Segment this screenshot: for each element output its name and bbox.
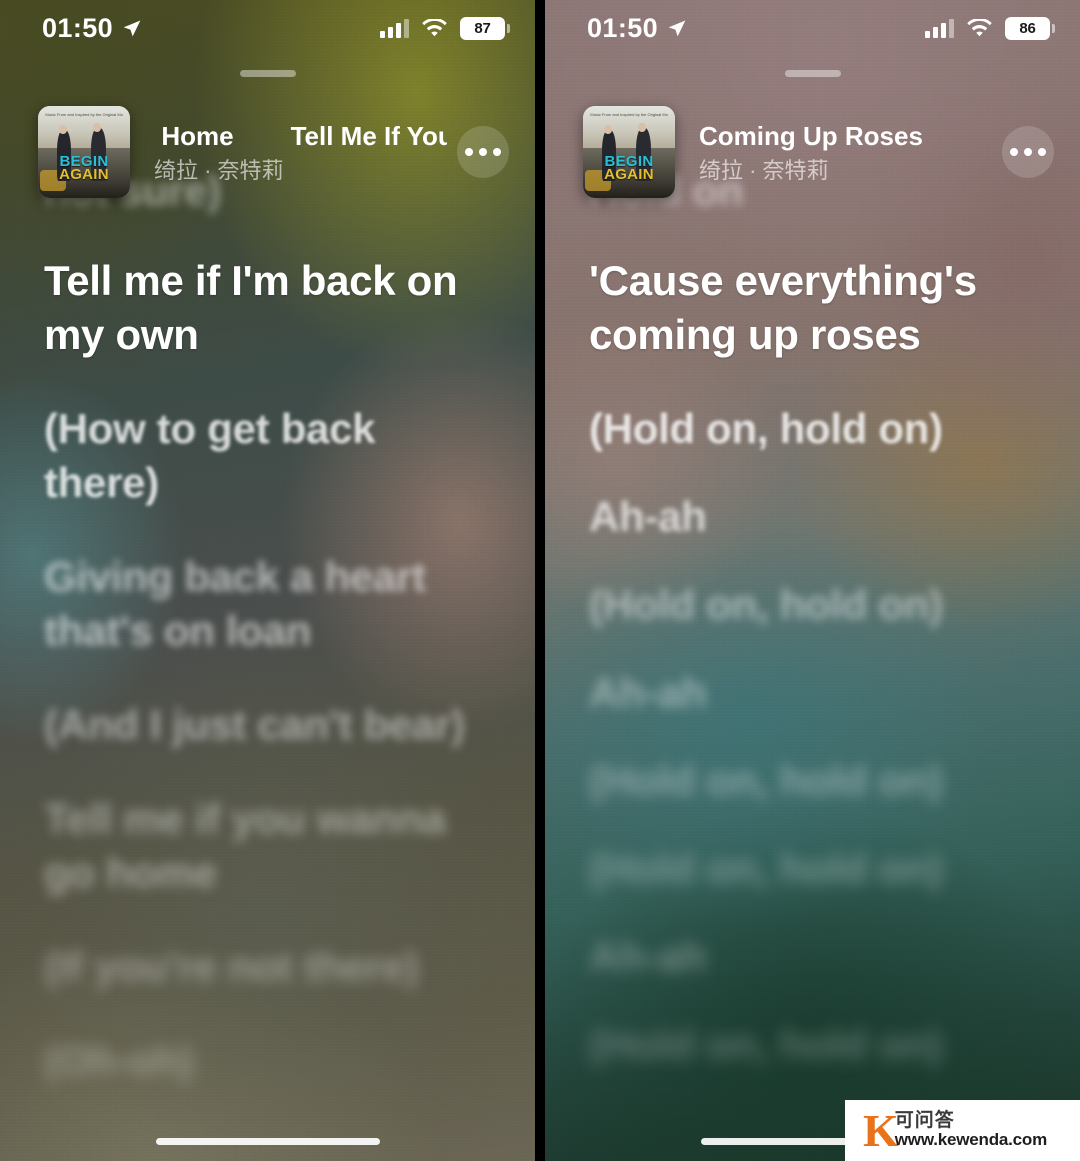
status-bar-left: 01:50	[42, 13, 142, 44]
track-title: Coming Up Roses	[699, 121, 923, 151]
artwork-head-left	[604, 125, 613, 134]
track-artist: 绮拉 · 奈特莉	[699, 158, 829, 183]
lyric-line[interactable]: Ah-ah	[589, 930, 1036, 984]
lyric-line-active[interactable]: 'Cause everything's coming up roses	[589, 254, 1036, 362]
now-playing-title-marquee: Coming Up Roses	[699, 118, 992, 154]
status-bar: 01:50 87	[0, 0, 535, 56]
battery-percent: 86	[1019, 19, 1036, 37]
watermark-url: www.kewenda.com	[894, 1130, 1048, 1150]
status-bar-right: 86	[925, 16, 1055, 40]
track-title-trailing: Go Home	[154, 121, 234, 151]
watermark-text: 可问答 www.kewenda.com	[895, 1111, 1047, 1150]
lyric-line[interactable]: (Hold on, hold on)	[589, 842, 1036, 896]
now-playing-header: Music From and Inspired by the Original …	[545, 104, 1080, 200]
status-bar-left: 01:50	[587, 13, 687, 44]
drag-handle[interactable]	[239, 70, 296, 77]
lyric-line[interactable]: Giving back a heart that's on loan	[44, 550, 491, 658]
track-artist: 绮拉 · 奈特莉	[154, 158, 284, 183]
lyric-line[interactable]: Ah-ah	[589, 666, 1036, 720]
wifi-icon	[967, 18, 992, 36]
lyric-line[interactable]: Tell me if you wanna go home	[44, 792, 491, 900]
track-title-incoming: Tell Me If You Wan	[290, 121, 447, 151]
watermark-cn: 可问答	[894, 1110, 955, 1132]
battery-indicator: 86	[1005, 16, 1055, 40]
lyric-line[interactable]: (And I just can't bear)	[44, 698, 491, 752]
lyric-line[interactable]: (Hold on, hold on)	[589, 1018, 1036, 1072]
home-indicator[interactable]	[155, 1138, 380, 1145]
lyric-line[interactable]: (Hold on, hold on)	[589, 402, 1036, 456]
battery-percent: 87	[474, 19, 491, 37]
artwork-title-line2: AGAIN	[59, 165, 109, 183]
lyric-line-active[interactable]: Tell me if I'm back on my own	[44, 254, 491, 362]
cellular-signal-icon	[925, 18, 954, 38]
status-bar: 01:50 86	[545, 0, 1080, 56]
now-playing-header: Music From and Inspired by the Original …	[0, 104, 535, 200]
more-dot	[465, 148, 473, 156]
artwork-caption: Music From and Inspired by the Original …	[45, 111, 123, 117]
album-artwork[interactable]: Music From and Inspired by the Original …	[38, 106, 130, 198]
more-dot	[1024, 148, 1032, 156]
cellular-signal-icon	[380, 18, 409, 38]
more-options-button[interactable]	[1002, 126, 1054, 178]
more-dot	[1038, 148, 1046, 156]
wifi-icon	[422, 18, 447, 36]
status-time: 01:50	[587, 12, 659, 43]
dual-screenshot-container: 01:50 87 Music From and Inspired by the …	[0, 0, 1080, 1161]
more-dot	[1010, 148, 1018, 156]
album-artwork[interactable]: Music From and Inspired by the Original …	[583, 106, 675, 198]
status-time: 01:50	[42, 12, 114, 43]
now-playing-text: Coming Up Roses 绮拉 · 奈特莉	[699, 118, 992, 186]
lyric-line[interactable]: (Oh-oh)	[44, 1034, 491, 1088]
watermark-logo: K	[863, 1104, 899, 1156]
drag-handle[interactable]	[784, 70, 841, 77]
artwork-caption: Music From and Inspired by the Original …	[590, 111, 668, 117]
location-arrow-icon	[123, 20, 141, 37]
battery-indicator: 87	[460, 16, 510, 40]
lyric-line[interactable]: (How to get back there)	[44, 402, 491, 510]
more-dot	[479, 148, 487, 156]
lyrics-list-left[interactable]: not sure) Tell me if I'm back on my own …	[0, 167, 535, 1161]
more-options-button[interactable]	[457, 126, 509, 178]
lyrics-list-right[interactable]: Hold on 'Cause everything's coming up ro…	[545, 167, 1080, 1161]
panel-divider	[535, 0, 545, 1161]
watermark: K 可问答 www.kewenda.com	[845, 1100, 1080, 1161]
now-playing-title-marquee: Go Home Tell Me If You Wan	[154, 118, 447, 154]
status-bar-right: 87	[380, 16, 510, 40]
artwork-head-left	[59, 125, 68, 134]
lyric-line[interactable]: (If you're not there)	[44, 940, 491, 994]
more-dot	[493, 148, 501, 156]
phone-screen-right: 01:50 86 Music From and Inspired by the …	[545, 0, 1080, 1161]
artwork-title-line2: AGAIN	[604, 165, 654, 183]
now-playing-text: Go Home Tell Me If You Wan 绮拉 · 奈特莉	[154, 118, 447, 186]
location-arrow-icon	[668, 20, 686, 37]
lyric-line[interactable]: (Hold on, hold on)	[589, 578, 1036, 632]
lyric-line[interactable]: Ah-ah	[589, 490, 1036, 544]
phone-screen-left: 01:50 87 Music From and Inspired by the …	[0, 0, 535, 1161]
lyric-line[interactable]: (Hold on, hold on)	[589, 754, 1036, 808]
